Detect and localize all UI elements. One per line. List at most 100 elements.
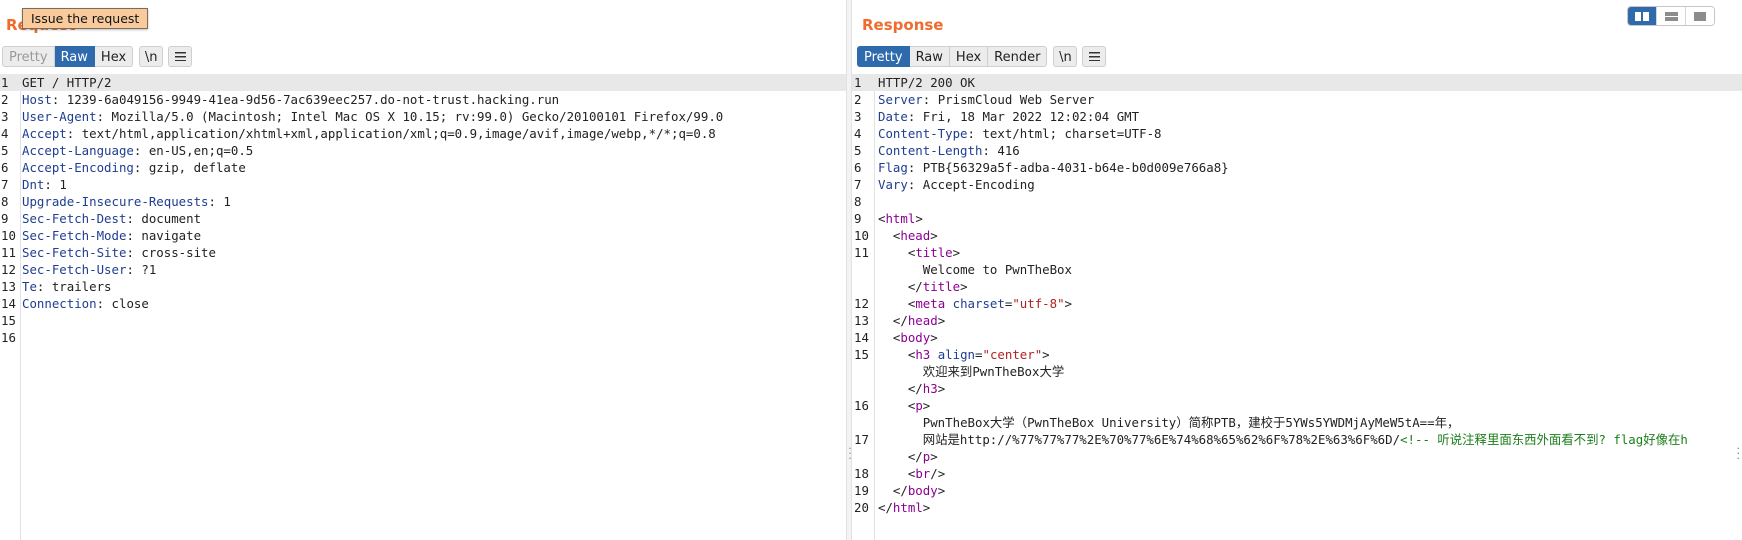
header-value: 1239-6a049156-9949-41ea-9d56-7ac639eec25… <box>66 92 560 107</box>
header-value: text/html; charset=UTF-8 <box>982 126 1162 141</box>
header-value: 416 <box>997 143 1020 158</box>
header-name: Flag <box>878 160 908 175</box>
drag-handle-icon[interactable]: · · · <box>1737 443 1741 464</box>
line-content: Sec-Fetch-Dest: document <box>22 211 202 226</box>
line-content: <body> <box>892 330 938 345</box>
header-value: PTB{56329a5f-adba-4031-b64e-b0d009e766a8… <box>922 160 1229 175</box>
line-number: 5 <box>854 143 862 158</box>
header-name: Accept-Encoding <box>22 160 134 175</box>
line-content: Welcome to PwnTheBox <box>878 261 1072 278</box>
attr-value: "utf-8" <box>1012 296 1065 311</box>
header-value: gzip, deflate <box>148 160 246 175</box>
request-line: 11 Sec-Fetch-Site: cross-site <box>0 244 846 261</box>
line-content: </h3> <box>907 381 946 396</box>
line-number: 9 <box>854 211 862 226</box>
header-value: document <box>141 211 202 226</box>
request-tab-raw[interactable]: Raw <box>54 46 95 67</box>
line-content: <head> <box>892 228 938 243</box>
hamburger-icon <box>1088 52 1100 61</box>
header-value: Accept-Encoding <box>922 177 1035 192</box>
response-editor[interactable]: 1 HTTP/2 200 OK 2 Server: PrismCloud Web Se… <box>852 74 1742 540</box>
line-number: 10 <box>854 228 869 243</box>
tag-name: head <box>900 228 931 243</box>
tag-name: html <box>892 500 923 515</box>
header-name: Te <box>22 279 37 294</box>
line-number: 15 <box>854 347 869 362</box>
response-body-line: 20 </html> <box>852 499 1742 516</box>
line-content: Content-Length: 416 <box>878 143 1020 158</box>
tag-name: body <box>907 483 938 498</box>
response-newline-toggle[interactable]: \n <box>1053 46 1078 67</box>
tag-name: h3 <box>915 347 931 362</box>
request-tab-hex[interactable]: Hex <box>94 46 134 67</box>
line-number: 13 <box>1 279 16 294</box>
line-content: GET / HTTP/2 <box>22 74 112 91</box>
tag-name: p <box>915 398 923 413</box>
line-content: </title> <box>907 279 968 294</box>
line-number: 17 <box>854 432 869 447</box>
request-line: 10 Sec-Fetch-Mode: navigate <box>0 227 846 244</box>
line-content: Sec-Fetch-User: ?1 <box>22 262 157 277</box>
request-editor[interactable]: 1 GET / HTTP/2 2 Host: 1239-6a049156-9949-4… <box>0 74 846 540</box>
request-line: 15 <box>0 312 846 329</box>
line-content: </p> <box>907 449 938 464</box>
header-value: Mozilla/5.0 (Macintosh; Intel Mac OS X 1… <box>111 109 724 124</box>
split-columns-icon <box>1635 11 1649 21</box>
text-content: PwnTheBox大学（PwnTheBox University）简称PTB，建… <box>922 415 1460 430</box>
line-content: Connection: close <box>22 296 149 311</box>
header-name: Vary <box>878 177 908 192</box>
line-content: Accept: text/html,application/xhtml+xml,… <box>22 126 716 141</box>
line-content: Server: PrismCloud Web Server <box>878 92 1095 107</box>
layout-single-pane-button[interactable] <box>1685 7 1714 25</box>
tag-name: p <box>922 449 931 464</box>
line-number: 3 <box>1 109 9 124</box>
response-tab-hex[interactable]: Hex <box>949 46 989 67</box>
line-content: Dnt: 1 <box>22 177 67 192</box>
text-content: 欢迎来到PwnTheBox大学 <box>922 364 1065 379</box>
header-value: en-US,en;q=0.5 <box>148 143 254 158</box>
hamburger-icon <box>174 52 186 61</box>
tag-name: html <box>885 211 916 226</box>
line-number: 16 <box>854 398 869 413</box>
request-line: 2 Host: 1239-6a049156-9949-41ea-9d56-7ac6… <box>0 91 846 108</box>
layout-split-horizontal-button[interactable] <box>1628 7 1656 25</box>
header-name: Host <box>22 92 52 107</box>
request-tab-pretty[interactable]: Pretty <box>2 46 55 67</box>
split-rows-icon <box>1664 11 1678 21</box>
response-tab-pretty[interactable]: Pretty <box>857 46 910 67</box>
line-number: 10 <box>1 228 16 243</box>
text-content: 网站是http://%77%77%77%2E%70%77%6E%74%68%65… <box>922 432 1401 447</box>
header-name: Content-Length <box>878 143 983 158</box>
response-body-line: Welcome to PwnTheBox <box>852 261 1742 278</box>
header-value: text/html,application/xhtml+xml,applicat… <box>81 126 716 141</box>
response-tab-render[interactable]: Render <box>988 46 1048 67</box>
response-body-line: 13 </head> <box>852 312 1742 329</box>
header-name: Sec-Fetch-User <box>22 262 127 277</box>
response-tab-raw[interactable]: Raw <box>909 46 950 67</box>
line-content: Accept-Encoding: gzip, deflate <box>22 160 246 175</box>
line-number: 2 <box>854 92 862 107</box>
request-newline-toggle[interactable]: \n <box>139 46 164 67</box>
request-line: 5 Accept-Language: en-US,en;q=0.5 <box>0 142 846 159</box>
line-number: 19 <box>854 483 869 498</box>
response-body-line: 18 <br/> <box>852 465 1742 482</box>
request-line: 3 User-Agent: Mozilla/5.0 (Macintosh; Int… <box>0 108 846 125</box>
header-name: Sec-Fetch-Mode <box>22 228 127 243</box>
response-body-line: 10 <head> <box>852 227 1742 244</box>
request-line: 14 Connection: close <box>0 295 846 312</box>
request-menu-button[interactable] <box>168 46 193 67</box>
layout-split-vertical-button[interactable] <box>1656 7 1685 25</box>
line-content: <p> <box>907 398 931 413</box>
line-number: 8 <box>1 194 9 209</box>
line-number: 12 <box>1 262 16 277</box>
tooltip: Issue the request <box>22 8 149 29</box>
line-content: Flag: PTB{56329a5f-adba-4031-b64e-b0d009… <box>878 160 1229 175</box>
response-menu-button[interactable] <box>1082 46 1107 67</box>
response-body-line: </title> <box>852 278 1742 295</box>
response-body-line: PwnTheBox大学（PwnTheBox University）简称PTB，建… <box>852 414 1742 431</box>
response-view-toolbar: Pretty Raw Hex Render \n <box>857 46 1107 67</box>
response-pane: Response Pretty Raw Hex Render \n 1 HTTP/… <box>852 0 1742 540</box>
header-value: close <box>111 296 149 311</box>
response-body-line: 11 <title> <box>852 244 1742 261</box>
header-name: Dnt <box>22 177 45 192</box>
